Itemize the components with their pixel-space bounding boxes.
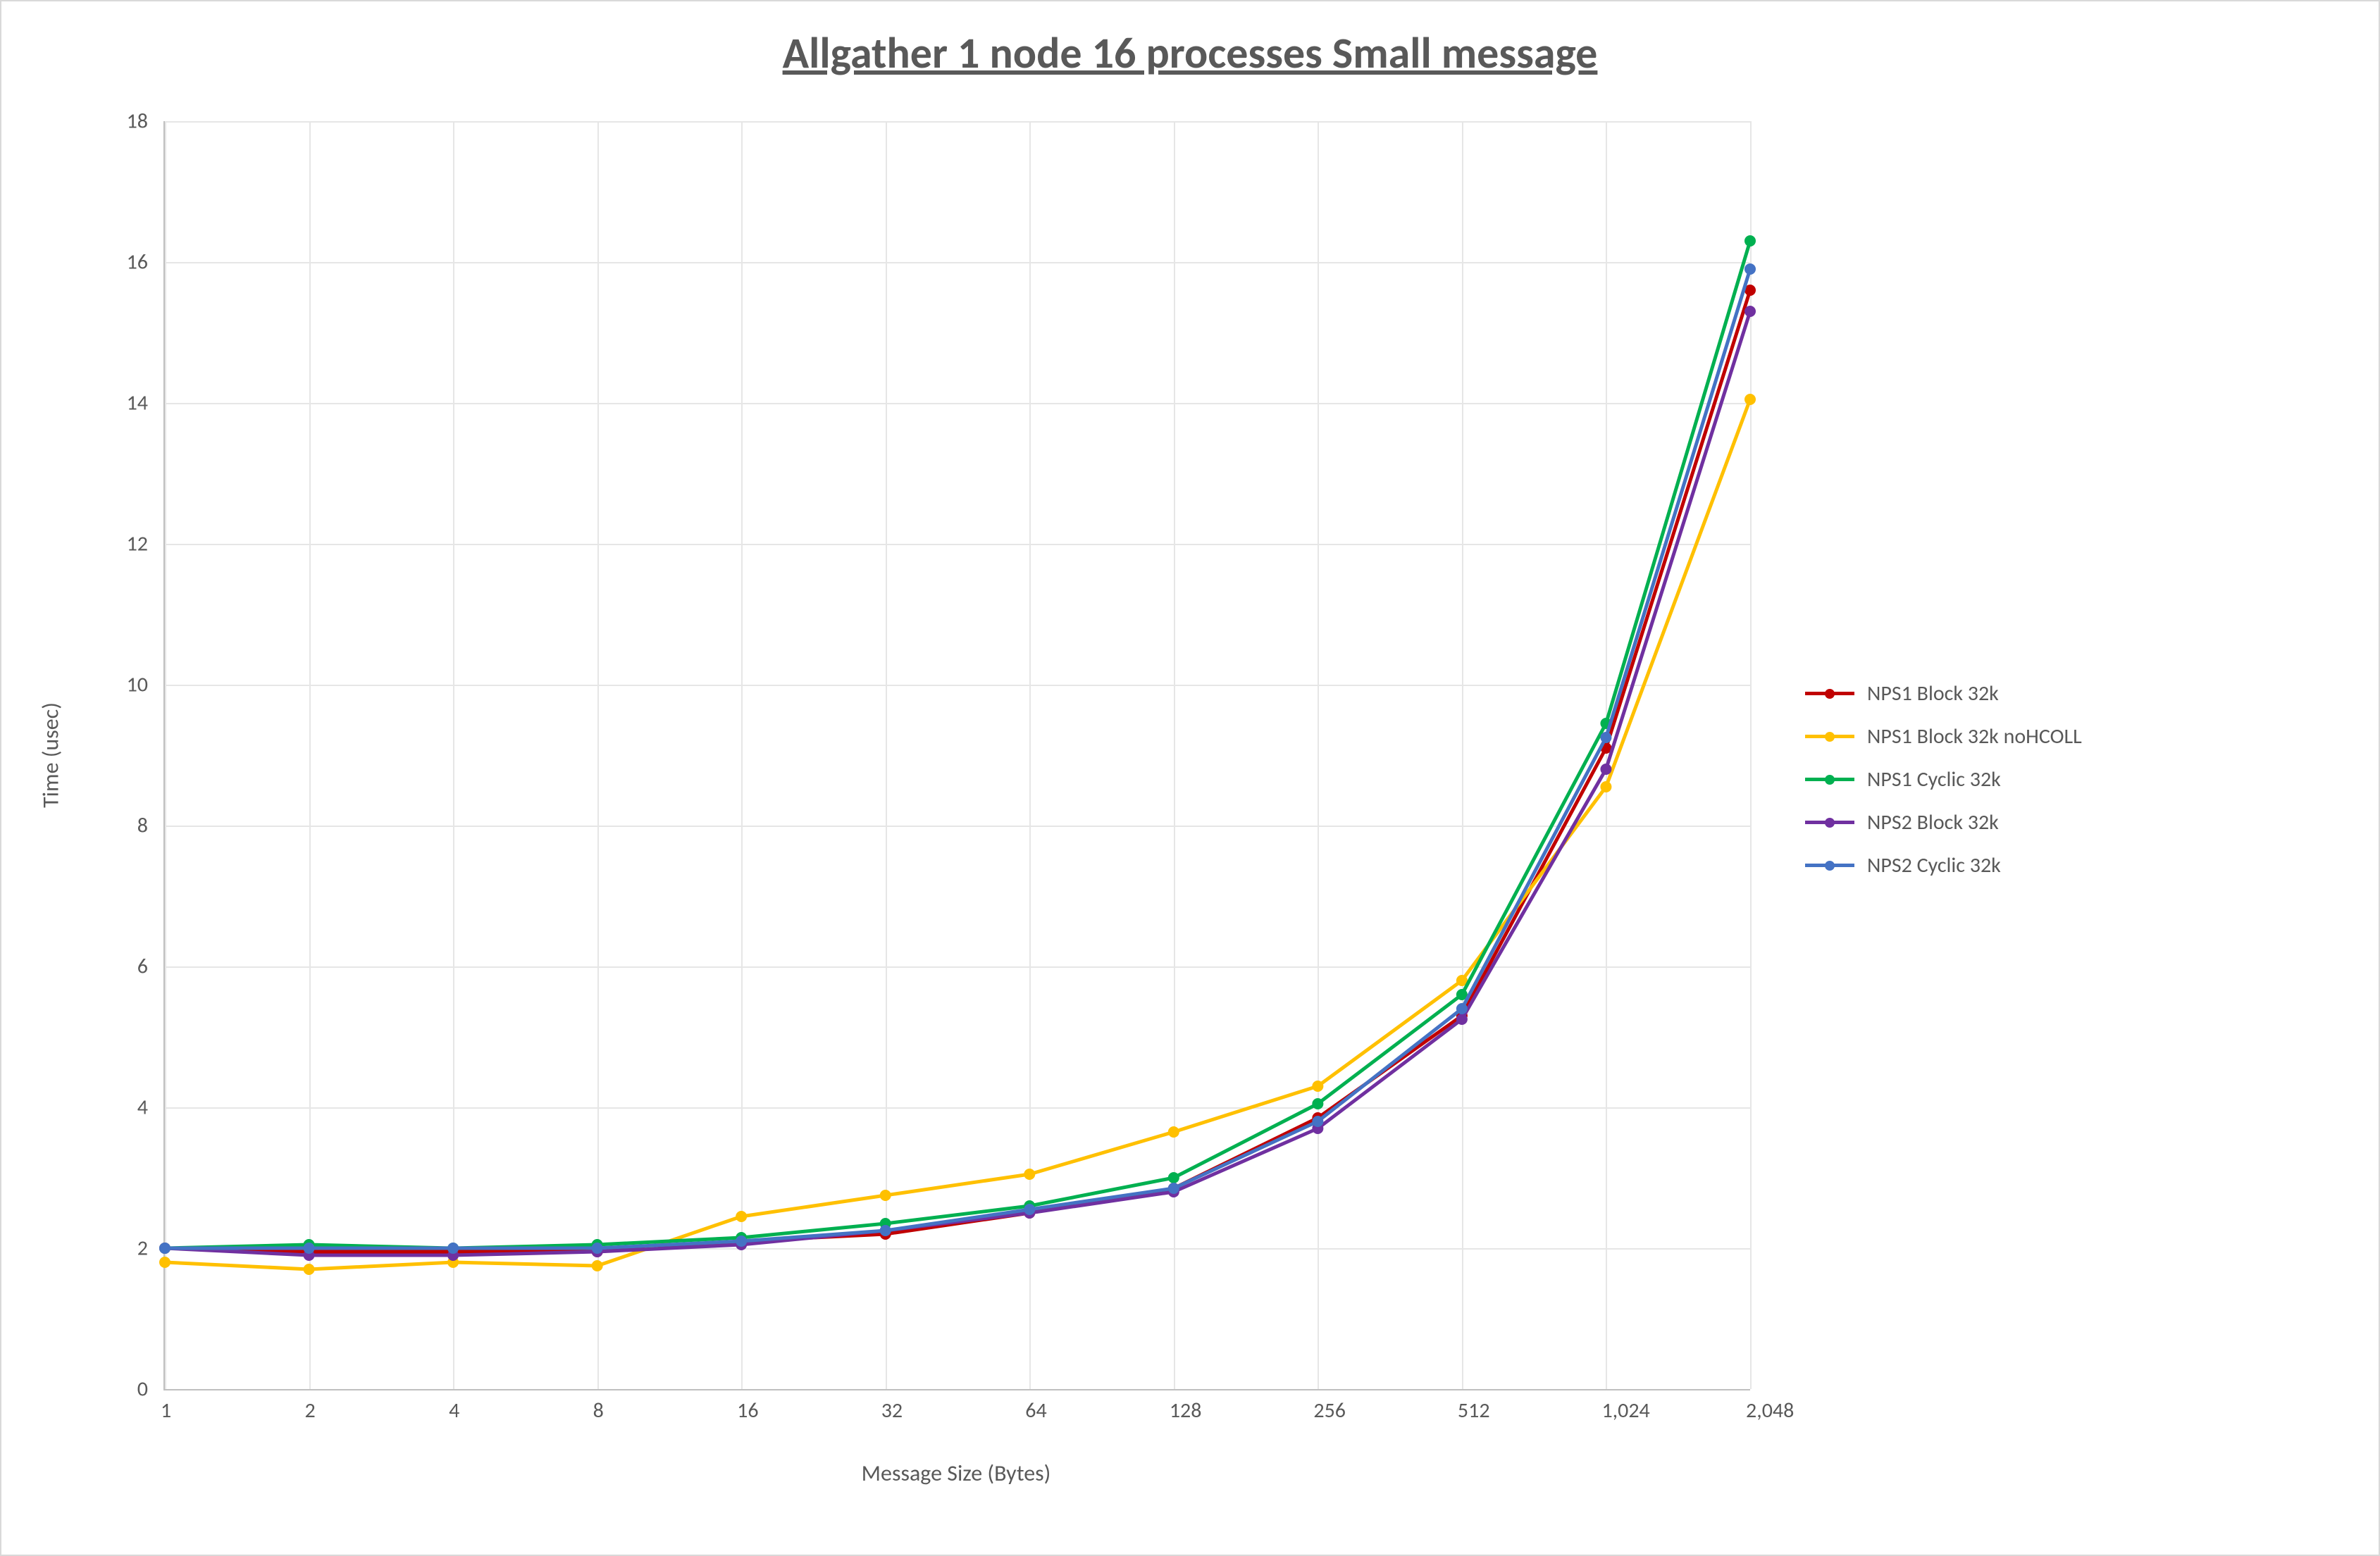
y-tick-label: 2 [106, 1236, 148, 1262]
series-line [165, 311, 1750, 1255]
series-marker [1168, 1126, 1179, 1138]
chart-frame: Allgather 1 node 16 processes Small mess… [0, 0, 2380, 1556]
series-marker [736, 1236, 747, 1247]
series-marker [1600, 732, 1611, 743]
series-marker [447, 1243, 459, 1254]
y-tick-labels: 18 16 14 12 10 8 6 4 2 0 [107, 121, 149, 1389]
legend-item: NPS2 Block 32k [1805, 809, 2082, 835]
series-line [165, 241, 1750, 1248]
x-tick-label: 16 [737, 1398, 758, 1424]
legend-swatch [1805, 778, 1854, 781]
series-marker [880, 1225, 891, 1236]
x-tick-label: 512 [1458, 1398, 1490, 1424]
series-marker [1312, 1081, 1323, 1092]
legend-swatch [1805, 864, 1854, 867]
series-marker [1456, 1003, 1468, 1014]
series-marker [1600, 764, 1611, 775]
legend-item: NPS1 Cyclic 32k [1805, 766, 2082, 792]
series-marker [1744, 235, 1756, 247]
x-tick-label: 32 [881, 1398, 903, 1424]
legend-swatch [1805, 821, 1854, 824]
legend-item: NPS2 Cyclic 32k [1805, 852, 2082, 878]
chart-lines [165, 121, 1750, 1389]
legend-label: NPS2 Cyclic 32k [1867, 852, 2001, 878]
series-marker [1024, 1169, 1035, 1180]
plot-area [163, 121, 1750, 1390]
y-tick-label: 4 [106, 1095, 148, 1121]
x-tick-labels: 1 2 4 8 16 32 64 128 256 512 1,024 2,048 [163, 1396, 1749, 1424]
x-tick-label: 2,048 [1746, 1398, 1794, 1424]
series-marker [880, 1190, 891, 1201]
legend-label: NPS2 Block 32k [1867, 809, 1999, 835]
series-marker [592, 1243, 603, 1254]
x-tick-label: 128 [1170, 1398, 1202, 1424]
legend-label: NPS1 Block 32k noHCOLL [1867, 723, 2082, 749]
y-tick-label: 18 [106, 108, 148, 135]
x-tick-label: 64 [1025, 1398, 1046, 1424]
series-marker [1312, 1116, 1323, 1127]
series-marker [592, 1260, 603, 1271]
series-marker [1600, 781, 1611, 792]
x-tick-label: 1,024 [1601, 1398, 1649, 1424]
legend-item: NPS1 Block 32k noHCOLL [1805, 723, 2082, 749]
y-tick-label: 0 [106, 1376, 148, 1402]
series-marker [1744, 394, 1756, 405]
series-line [165, 399, 1750, 1269]
series-marker [304, 1243, 315, 1254]
x-tick-label: 8 [593, 1398, 604, 1424]
legend-label: NPS1 Block 32k [1867, 680, 1999, 707]
series-marker [1168, 1183, 1179, 1194]
series-marker [1456, 1014, 1468, 1025]
series-marker [1312, 1098, 1323, 1109]
y-tick-label: 12 [106, 530, 148, 556]
series-marker [1024, 1204, 1035, 1215]
legend: NPS1 Block 32k NPS1 Block 32k noHCOLL NP… [1805, 664, 2082, 895]
y-tick-label: 6 [106, 954, 148, 980]
legend-item: NPS1 Block 32k [1805, 680, 2082, 707]
y-tick-label: 16 [106, 249, 148, 275]
series-marker [1744, 263, 1756, 275]
series-marker [736, 1211, 747, 1222]
y-tick-label: 10 [106, 671, 148, 697]
legend-label: NPS1 Cyclic 32k [1867, 766, 2001, 792]
legend-swatch [1805, 692, 1854, 695]
x-tick-label: 2 [305, 1398, 316, 1424]
series-marker [304, 1264, 315, 1275]
series-marker [159, 1243, 171, 1254]
series-line [165, 269, 1750, 1248]
chart-title: Allgather 1 node 16 processes Small mess… [1, 26, 2379, 80]
y-tick-label: 8 [106, 813, 148, 839]
x-tick-label: 4 [449, 1398, 459, 1424]
series-marker [159, 1257, 171, 1268]
x-tick-label: 1 [161, 1398, 171, 1424]
legend-swatch [1805, 735, 1854, 738]
x-axis-title: Message Size (Bytes) [862, 1459, 1051, 1487]
y-tick-label: 14 [106, 390, 148, 416]
series-line [165, 290, 1750, 1252]
series-marker [1744, 306, 1756, 317]
x-tick-label: 256 [1313, 1398, 1346, 1424]
series-marker [1168, 1172, 1179, 1183]
y-axis-title: Time (usec) [37, 702, 65, 808]
